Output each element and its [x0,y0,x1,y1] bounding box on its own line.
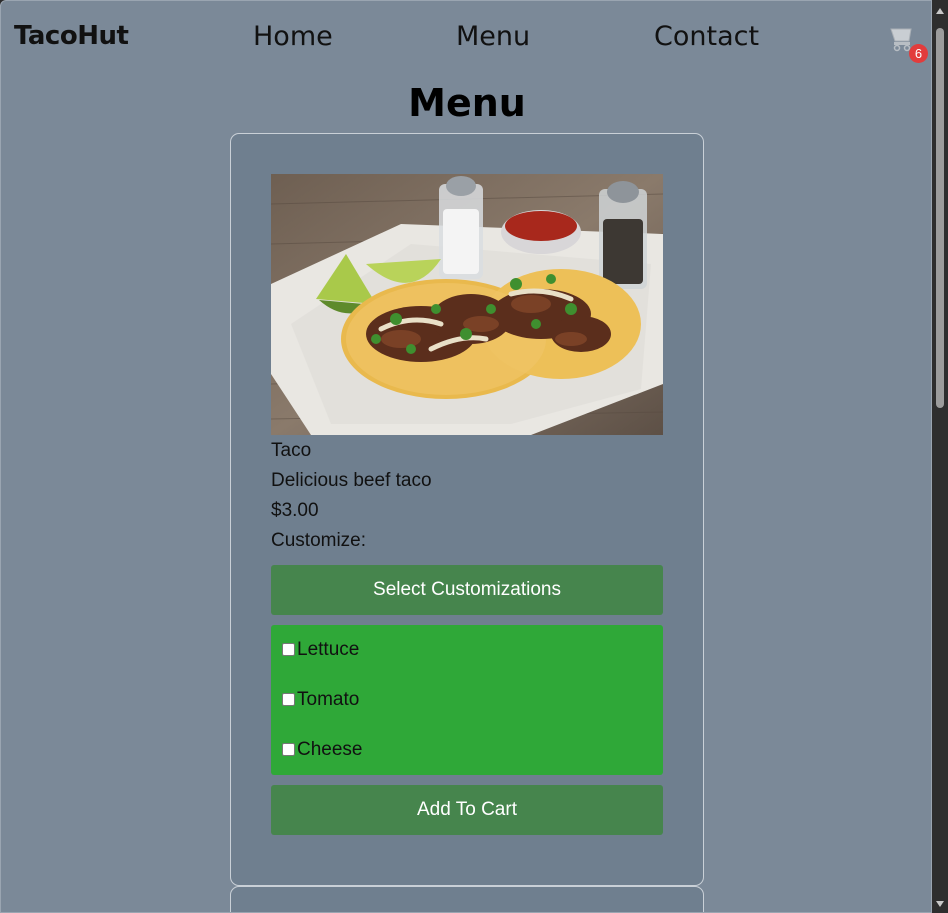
customize-label: Customize: [271,530,367,551]
page-title: Menu [408,81,526,125]
page-viewport: TacoHut Home Menu Contact 6 Menu Taco De… [0,0,932,913]
nav-link-home[interactable]: Home [253,21,333,52]
navbar: TacoHut Home Menu Contact 6 [1,1,931,73]
brand-logo[interactable]: TacoHut [14,21,129,51]
cart-button[interactable]: 6 [887,26,928,64]
scrollbar-thumb[interactable] [936,28,944,408]
scroll-down-arrow-icon[interactable] [936,901,944,907]
item-name: Taco [271,440,312,461]
lettuce-checkbox[interactable] [282,643,295,656]
add-to-cart-button[interactable]: Add To Cart [271,785,663,835]
cheese-checkbox[interactable] [282,743,295,756]
select-customizations-button[interactable]: Select Customizations [271,565,663,615]
scroll-up-arrow-icon[interactable] [936,8,944,14]
item-description: Delicious beef taco [271,470,432,491]
tomato-checkbox[interactable] [282,693,295,706]
tacos-photo [271,174,663,435]
option-cheese[interactable]: Cheese [271,725,663,775]
option-label: Lettuce [297,639,360,660]
menu-item-card: Taco Delicious beef taco $3.00 Customize… [230,133,704,886]
option-tomato[interactable]: Tomato [271,675,663,725]
nav-link-menu[interactable]: Menu [456,21,530,52]
option-lettuce[interactable]: Lettuce [271,625,663,675]
next-menu-item-card [230,886,704,912]
customization-options: Lettuce Tomato Cheese [271,625,663,775]
option-label: Cheese [297,739,363,760]
vertical-scrollbar[interactable] [932,0,948,913]
cart-count-badge: 6 [909,44,928,63]
option-label: Tomato [297,689,360,710]
nav-link-contact[interactable]: Contact [654,21,759,52]
item-price: $3.00 [271,500,319,521]
